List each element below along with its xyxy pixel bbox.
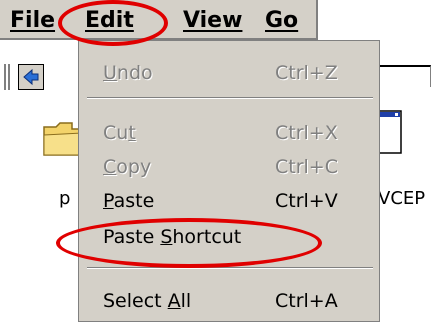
- toolbar-grip[interactable]: [4, 64, 10, 90]
- back-button[interactable]: [18, 64, 44, 90]
- shortcut-label: Ctrl+A: [275, 290, 338, 312]
- shortcut-label: Ctrl+V: [275, 190, 338, 212]
- menu-separator: [87, 267, 373, 269]
- menu-file[interactable]: File: [10, 8, 55, 34]
- desktop-item-label[interactable]: VCEP: [378, 188, 425, 209]
- menubar-empty-area: [318, 0, 448, 40]
- menu-item-cut[interactable]: Cut Ctrl+X: [79, 117, 379, 149]
- shortcut-label: Ctrl+C: [275, 156, 338, 178]
- menu-bar: File Edit View Go: [0, 0, 318, 40]
- desktop-item-label[interactable]: p: [59, 188, 70, 209]
- menu-view[interactable]: View: [183, 8, 242, 34]
- menu-item-paste[interactable]: Paste Ctrl+V: [79, 185, 379, 217]
- menu-item-undo[interactable]: Undo Ctrl+Z: [79, 57, 379, 89]
- menu-go[interactable]: Go: [265, 8, 298, 34]
- menu-item-paste-shortcut[interactable]: Paste Shortcut: [79, 221, 379, 253]
- menu-item-copy[interactable]: Copy Ctrl+C: [79, 151, 379, 183]
- edit-menu-dropdown: Undo Ctrl+Z Cut Ctrl+X Copy Ctrl+C Paste…: [78, 40, 380, 322]
- back-arrow-icon: [23, 68, 39, 86]
- menu-item-select-all[interactable]: Select All Ctrl+A: [79, 285, 379, 317]
- menu-separator: [87, 97, 373, 99]
- toolbar-right-button[interactable]: [375, 65, 431, 87]
- shortcut-label: Ctrl+X: [275, 122, 338, 144]
- shortcut-label: Ctrl+Z: [275, 62, 338, 84]
- menu-edit[interactable]: Edit: [85, 8, 134, 34]
